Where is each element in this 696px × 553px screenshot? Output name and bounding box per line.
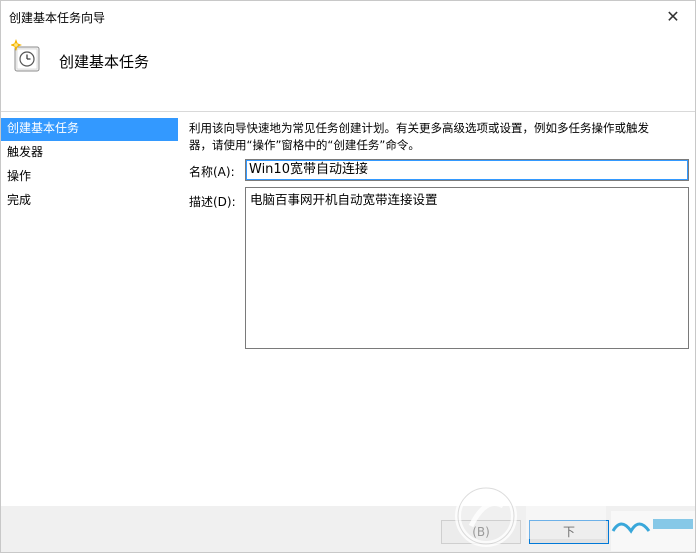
title-bar: 创建基本任务向导 ✕ xyxy=(1,1,695,31)
intro-line-2: 器，请使用“操作”窗格中的“创建任务”命令。 xyxy=(189,138,420,152)
description-label: 描述(D): xyxy=(189,195,236,209)
sidebar-item-create-basic-task[interactable]: 创建基本任务 xyxy=(1,118,178,141)
sidebar-item-trigger[interactable]: 触发器 xyxy=(1,142,178,165)
wizard-window: 创建基本任务向导 ✕ 创建基本任务 创建基本任务 触发器 操作 完成 利用该向导… xyxy=(0,0,696,553)
page-title: 创建基本任务 xyxy=(59,53,150,71)
back-button[interactable]: (B) xyxy=(441,520,521,544)
sidebar-item-action[interactable]: 操作 xyxy=(1,166,178,189)
intro-line-1: 利用该向导快速地为常见任务创建计划。有关更多高级选项或设置，例如多任务操作或触发 xyxy=(189,121,649,135)
header-divider xyxy=(1,111,695,112)
wizard-footer: (B) 下 xyxy=(1,506,695,552)
intro-text: 利用该向导快速地为常见任务创建计划。有关更多高级选项或设置，例如多任务操作或触发… xyxy=(189,120,689,154)
next-button[interactable]: 下 xyxy=(529,520,609,544)
wizard-content: 利用该向导快速地为常见任务创建计划。有关更多高级选项或设置，例如多任务操作或触发… xyxy=(189,120,689,154)
wizard-header: 创建基本任务 xyxy=(1,31,695,89)
close-icon: ✕ xyxy=(666,6,680,26)
task-scheduler-clock-icon xyxy=(11,39,40,72)
name-label: 名称(A): xyxy=(189,165,235,179)
wizard-steps-sidebar: 创建基本任务 触发器 操作 完成 xyxy=(1,118,178,238)
sidebar-item-finish[interactable]: 完成 xyxy=(1,190,178,213)
window-title: 创建基本任务向导 xyxy=(9,11,106,25)
close-button[interactable]: ✕ xyxy=(651,1,695,31)
name-input[interactable]: Win10宽带自动连接 xyxy=(245,159,689,181)
back-button-label: (B) xyxy=(472,525,490,539)
description-input[interactable]: 电脑百事网开机自动宽带连接设置 xyxy=(245,187,689,349)
next-button-label: 下 xyxy=(562,525,575,539)
